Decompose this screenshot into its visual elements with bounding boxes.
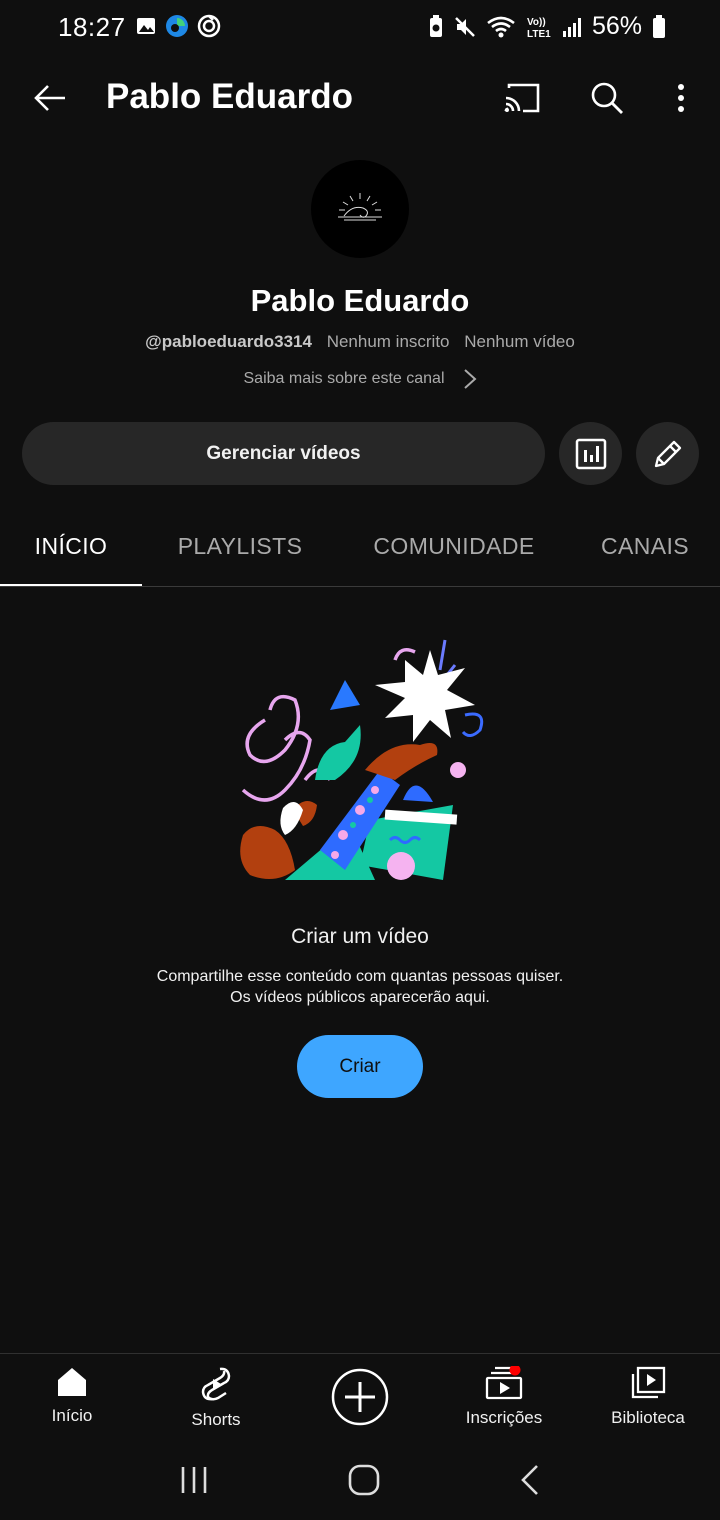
gallery-icon <box>137 18 155 34</box>
create-plus-icon <box>331 1368 389 1426</box>
system-nav-bar <box>0 1440 720 1520</box>
channel-name: Pablo Eduardo <box>250 283 470 318</box>
nav-item-inscricoes[interactable]: Inscrições <box>432 1354 576 1440</box>
library-icon <box>631 1366 666 1399</box>
sync-icon <box>197 14 221 38</box>
about-channel-label: Saiba mais sobre este canal <box>243 370 445 387</box>
nav-item-biblioteca[interactable]: Biblioteca <box>576 1354 720 1440</box>
back-button[interactable] <box>28 76 72 120</box>
edge-icon <box>166 15 188 37</box>
svg-text:Vo)): Vo)) <box>527 17 546 28</box>
status-right: Vo)) LTE1 56% <box>428 12 666 41</box>
nav-label-inicio: Início <box>51 1406 93 1425</box>
channel-meta: @pabloeduardo3314 Nenhum inscrito Nenhum… <box>0 332 720 352</box>
analytics-button[interactable] <box>559 422 622 485</box>
nav-item-shorts[interactable]: Shorts <box>144 1354 288 1440</box>
search-button[interactable] <box>585 76 629 120</box>
page-title: Pablo Eduardo <box>106 77 353 116</box>
analytics-icon <box>575 438 606 469</box>
status-left-icons <box>135 14 221 38</box>
cast-button[interactable] <box>500 76 544 120</box>
edit-pencil-icon <box>654 440 681 467</box>
channel-tabs: INÍCIO PLAYLISTS COMUNIDADE CANAIS <box>0 505 720 587</box>
empty-state-title: Criar um vídeo <box>291 925 429 948</box>
subscriber-count: Nenhum inscrito <box>326 332 450 351</box>
tab-inicio[interactable]: INÍCIO <box>0 505 142 587</box>
home-button-icon[interactable] <box>347 1463 381 1497</box>
back-arrow-icon <box>34 85 65 111</box>
mute-icon <box>455 16 475 37</box>
shorts-icon <box>201 1367 231 1401</box>
nav-label-shorts: Shorts <box>191 1410 241 1429</box>
cast-icon <box>504 83 540 113</box>
back-icon[interactable] <box>519 1464 541 1496</box>
battery-saver-icon <box>429 14 442 37</box>
home-icon <box>58 1368 86 1396</box>
chevron-right-icon <box>463 369 476 389</box>
empty-state-description: Compartilhe esse conteúdo com quantas pe… <box>0 966 720 1008</box>
bottom-nav: Início Shorts Inscrições Biblioteca <box>0 1354 720 1440</box>
svg-text:LTE1: LTE1 <box>527 29 551 39</box>
signal-icon <box>562 17 581 37</box>
tab-canais[interactable]: CANAIS <box>570 505 720 587</box>
video-count: Nenhum vídeo <box>464 332 575 351</box>
status-time: 18:27 <box>58 12 126 42</box>
create-video-illustration <box>240 639 484 880</box>
nav-item-inicio[interactable]: Início <box>0 1354 144 1440</box>
manage-videos-button[interactable]: Gerenciar vídeos <box>22 422 545 485</box>
tab-playlists[interactable]: PLAYLISTS <box>142 505 338 587</box>
search-icon <box>591 82 623 114</box>
wifi-icon <box>487 16 515 37</box>
nav-item-create[interactable] <box>288 1354 432 1440</box>
subscriptions-icon <box>485 1366 523 1400</box>
tabs-divider <box>0 586 720 587</box>
volte-icon: Vo))LTE1 <box>527 17 551 39</box>
empty-state-line-2: Os vídeos públicos aparecerão aqui. <box>230 989 490 1006</box>
tab-comunidade[interactable]: COMUNIDADE <box>338 505 570 587</box>
nav-label-biblioteca: Biblioteca <box>611 1408 685 1427</box>
about-channel-link[interactable]: Saiba mais sobre este canal <box>0 368 720 390</box>
more-vert-icon <box>678 84 684 112</box>
battery-icon <box>653 14 665 38</box>
nav-label-inscricoes: Inscrições <box>465 1408 543 1427</box>
avatar[interactable] <box>311 160 409 258</box>
create-button[interactable]: Criar <box>297 1035 423 1098</box>
edit-channel-button[interactable] <box>636 422 699 485</box>
recents-icon[interactable] <box>179 1465 209 1495</box>
empty-state-line-1: Compartilhe esse conteúdo com quantas pe… <box>156 968 564 985</box>
more-options-button[interactable] <box>659 76 703 120</box>
wave-logo-icon <box>338 193 382 221</box>
channel-handle: @pabloeduardo3314 <box>145 332 312 351</box>
battery-percent: 56% <box>591 12 642 40</box>
